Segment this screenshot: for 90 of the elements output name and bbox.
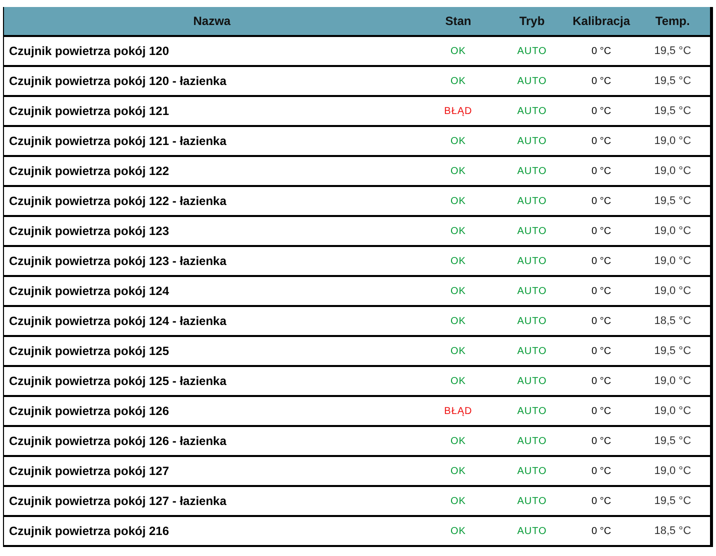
status-text: OK xyxy=(450,464,466,478)
mode-text: AUTO xyxy=(517,374,547,388)
mode-text: AUTO xyxy=(517,224,547,238)
mode-text: AUTO xyxy=(517,434,547,448)
sensor-name: Czujnik powietrza pokój 124 xyxy=(9,284,170,298)
sensor-name: Czujnik powietrza pokój 125 - łazienka xyxy=(9,374,226,388)
sensor-name: Czujnik powietrza pokój 127 - łazienka xyxy=(9,494,226,508)
calibration-value: 0 °C xyxy=(592,134,612,148)
temperature-value: 19,0 °C xyxy=(654,404,692,419)
column-header: Kalibracja xyxy=(572,13,632,30)
mode-text: AUTO xyxy=(517,494,547,508)
temperature-value: 19,0 °C xyxy=(654,254,692,269)
status-text: OK xyxy=(450,44,466,58)
temperature-value: 19,0 °C xyxy=(654,164,692,179)
sensor-name: Czujnik powietrza pokój 121 xyxy=(9,104,170,118)
mode-text: AUTO xyxy=(517,194,547,208)
sensor-name: Czujnik powietrza pokój 122 xyxy=(9,164,170,178)
mode-text: AUTO xyxy=(517,344,547,358)
status-text: OK xyxy=(450,434,466,448)
status-text: OK xyxy=(450,374,466,388)
sensor-name: Czujnik powietrza pokój 127 xyxy=(9,464,170,478)
status-text: OK xyxy=(450,344,466,358)
status-text: OK xyxy=(450,254,466,268)
mode-text: AUTO xyxy=(517,134,547,148)
sensor-name: Czujnik powietrza pokój 120 - łazienka xyxy=(9,74,226,88)
calibration-value: 0 °C xyxy=(592,434,612,448)
calibration-value: 0 °C xyxy=(592,404,612,418)
calibration-value: 0 °C xyxy=(592,284,612,298)
status-text: OK xyxy=(450,164,466,178)
mode-text: AUTO xyxy=(517,404,547,418)
status-text: BŁĄD xyxy=(444,104,472,118)
sensor-name: Czujnik powietrza pokój 123 xyxy=(9,224,170,238)
calibration-value: 0 °C xyxy=(592,194,612,208)
sensor-name: Czujnik powietrza pokój 122 - łazienka xyxy=(9,194,226,208)
sensor-name: Czujnik powietrza pokój 120 xyxy=(9,44,170,58)
calibration-value: 0 °C xyxy=(592,524,612,538)
temperature-value: 19,5 °C xyxy=(654,104,692,119)
calibration-value: 0 °C xyxy=(592,314,612,328)
calibration-value: 0 °C xyxy=(592,44,612,58)
mode-text: AUTO xyxy=(517,44,547,58)
column-header: Temp. xyxy=(654,13,691,30)
temperature-value: 18,5 °C xyxy=(654,314,692,329)
mode-text: AUTO xyxy=(517,314,547,328)
temperature-value: 19,5 °C xyxy=(654,344,692,359)
temperature-value: 19,5 °C xyxy=(654,434,692,449)
temperature-value: 19,0 °C xyxy=(654,284,692,299)
sensor-name: Czujnik powietrza pokój 126 xyxy=(9,404,170,418)
sensor-name: Czujnik powietrza pokój 126 - łazienka xyxy=(9,434,226,448)
mode-text: AUTO xyxy=(517,524,547,538)
sensor-name: Czujnik powietrza pokój 125 xyxy=(9,344,170,358)
calibration-value: 0 °C xyxy=(592,494,612,508)
calibration-value: 0 °C xyxy=(592,254,612,268)
temperature-value: 19,0 °C xyxy=(654,464,692,479)
status-text: OK xyxy=(450,524,466,538)
mode-text: AUTO xyxy=(517,74,547,88)
status-text: OK xyxy=(450,284,466,298)
calibration-value: 0 °C xyxy=(592,464,612,478)
status-text: BŁĄD xyxy=(444,404,472,418)
status-text: OK xyxy=(450,224,466,238)
temperature-value: 19,5 °C xyxy=(654,44,692,59)
calibration-value: 0 °C xyxy=(592,374,612,388)
status-text: OK xyxy=(450,314,466,328)
column-header: Stan xyxy=(444,13,472,30)
column-header: Tryb xyxy=(518,13,546,30)
temperature-value: 19,0 °C xyxy=(654,224,692,239)
mode-text: AUTO xyxy=(517,284,547,298)
sensor-name: Czujnik powietrza pokój 123 - łazienka xyxy=(9,254,226,268)
mode-text: AUTO xyxy=(517,464,547,478)
status-text: OK xyxy=(450,74,466,88)
status-text: OK xyxy=(450,494,466,508)
temperature-value: 19,5 °C xyxy=(654,74,692,89)
calibration-value: 0 °C xyxy=(592,224,612,238)
calibration-value: 0 °C xyxy=(592,164,612,178)
temperature-value: 19,5 °C xyxy=(654,494,692,509)
column-header: Nazwa xyxy=(192,13,232,30)
sensor-name: Czujnik powietrza pokój 216 xyxy=(9,524,170,538)
calibration-value: 0 °C xyxy=(592,344,612,358)
calibration-value: 0 °C xyxy=(592,104,612,118)
temperature-value: 19,0 °C xyxy=(654,374,692,389)
sensor-name: Czujnik powietrza pokój 124 - łazienka xyxy=(9,314,226,328)
mode-text: AUTO xyxy=(517,104,547,118)
sensor-name: Czujnik powietrza pokój 121 - łazienka xyxy=(9,134,226,148)
temperature-value: 19,0 °C xyxy=(654,134,692,149)
status-text: OK xyxy=(450,194,466,208)
status-text: OK xyxy=(450,134,466,148)
mode-text: AUTO xyxy=(517,164,547,178)
mode-text: AUTO xyxy=(517,254,547,268)
calibration-value: 0 °C xyxy=(592,74,612,88)
temperature-value: 18,5 °C xyxy=(654,524,692,539)
temperature-value: 19,5 °C xyxy=(654,194,692,209)
